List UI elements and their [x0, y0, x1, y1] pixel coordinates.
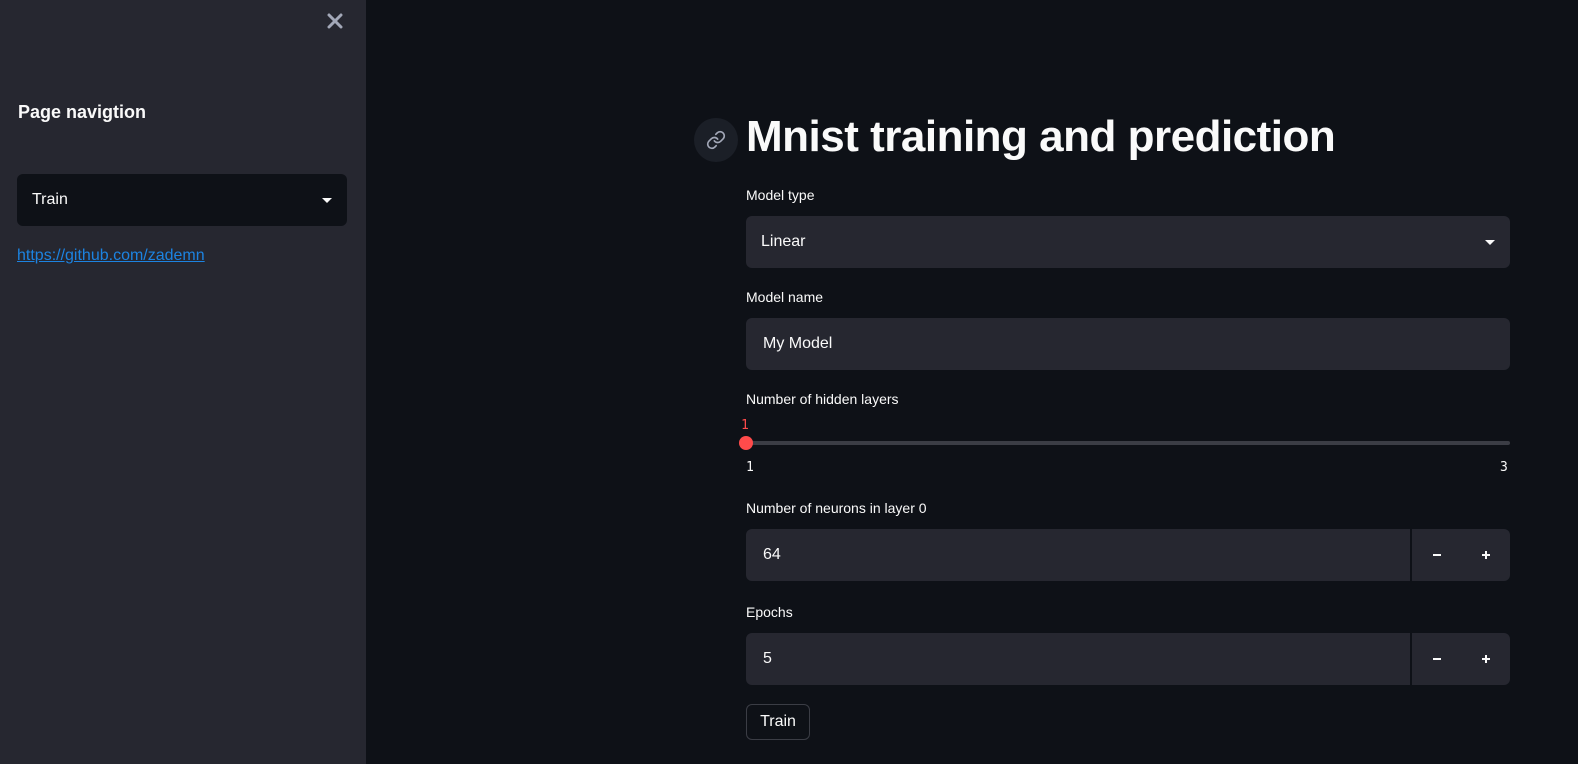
plus-icon: [1481, 551, 1490, 559]
neurons-label: Number of neurons in layer 0: [746, 500, 927, 516]
minus-icon: [1432, 658, 1441, 660]
close-sidebar-button[interactable]: [322, 8, 348, 34]
sidebar: Page navigtion Train https://github.com/…: [0, 0, 366, 764]
model-type-label: Model type: [746, 187, 815, 203]
link-anchor-button[interactable]: [694, 118, 738, 162]
model-name-input[interactable]: My Model: [746, 318, 1510, 370]
epochs-value[interactable]: 5: [746, 650, 1410, 668]
chevron-down-icon: [322, 197, 332, 203]
model-type-select[interactable]: Linear: [746, 216, 1510, 268]
neurons-increment-button[interactable]: [1461, 529, 1510, 581]
neurons-number-input: 64: [746, 529, 1510, 581]
model-type-value: Linear: [761, 233, 806, 250]
hidden-layers-slider-track[interactable]: [746, 441, 1510, 445]
page-select[interactable]: Train: [17, 174, 347, 226]
slider-current-value: 1: [741, 418, 749, 433]
page-select-value: Train: [32, 191, 68, 208]
epochs-decrement-button[interactable]: [1412, 633, 1461, 685]
close-icon: [327, 13, 343, 29]
model-name-value: My Model: [763, 335, 833, 352]
neurons-value[interactable]: 64: [746, 546, 1410, 564]
slider-min-label: 1: [746, 460, 754, 475]
slider-max-label: 3: [1500, 460, 1508, 475]
minus-icon: [1432, 554, 1441, 556]
plus-icon: [1481, 655, 1490, 663]
train-button[interactable]: Train: [746, 704, 810, 740]
chevron-down-icon: [1485, 239, 1495, 245]
model-name-label: Model name: [746, 289, 824, 305]
neurons-decrement-button[interactable]: [1412, 529, 1461, 581]
epochs-number-input: 5: [746, 633, 1510, 685]
sidebar-title: Page navigtion: [18, 102, 147, 122]
epochs-increment-button[interactable]: [1461, 633, 1510, 685]
hidden-layers-slider-thumb[interactable]: [739, 436, 753, 450]
github-link[interactable]: https://github.com/zademn: [17, 247, 205, 265]
main-content: Mnist training and prediction Model type…: [366, 0, 1578, 764]
epochs-label: Epochs: [746, 604, 793, 620]
link-icon: [706, 130, 726, 150]
hidden-layers-label: Number of hidden layers: [746, 391, 899, 407]
page-title: Mnist training and prediction: [746, 112, 1336, 161]
